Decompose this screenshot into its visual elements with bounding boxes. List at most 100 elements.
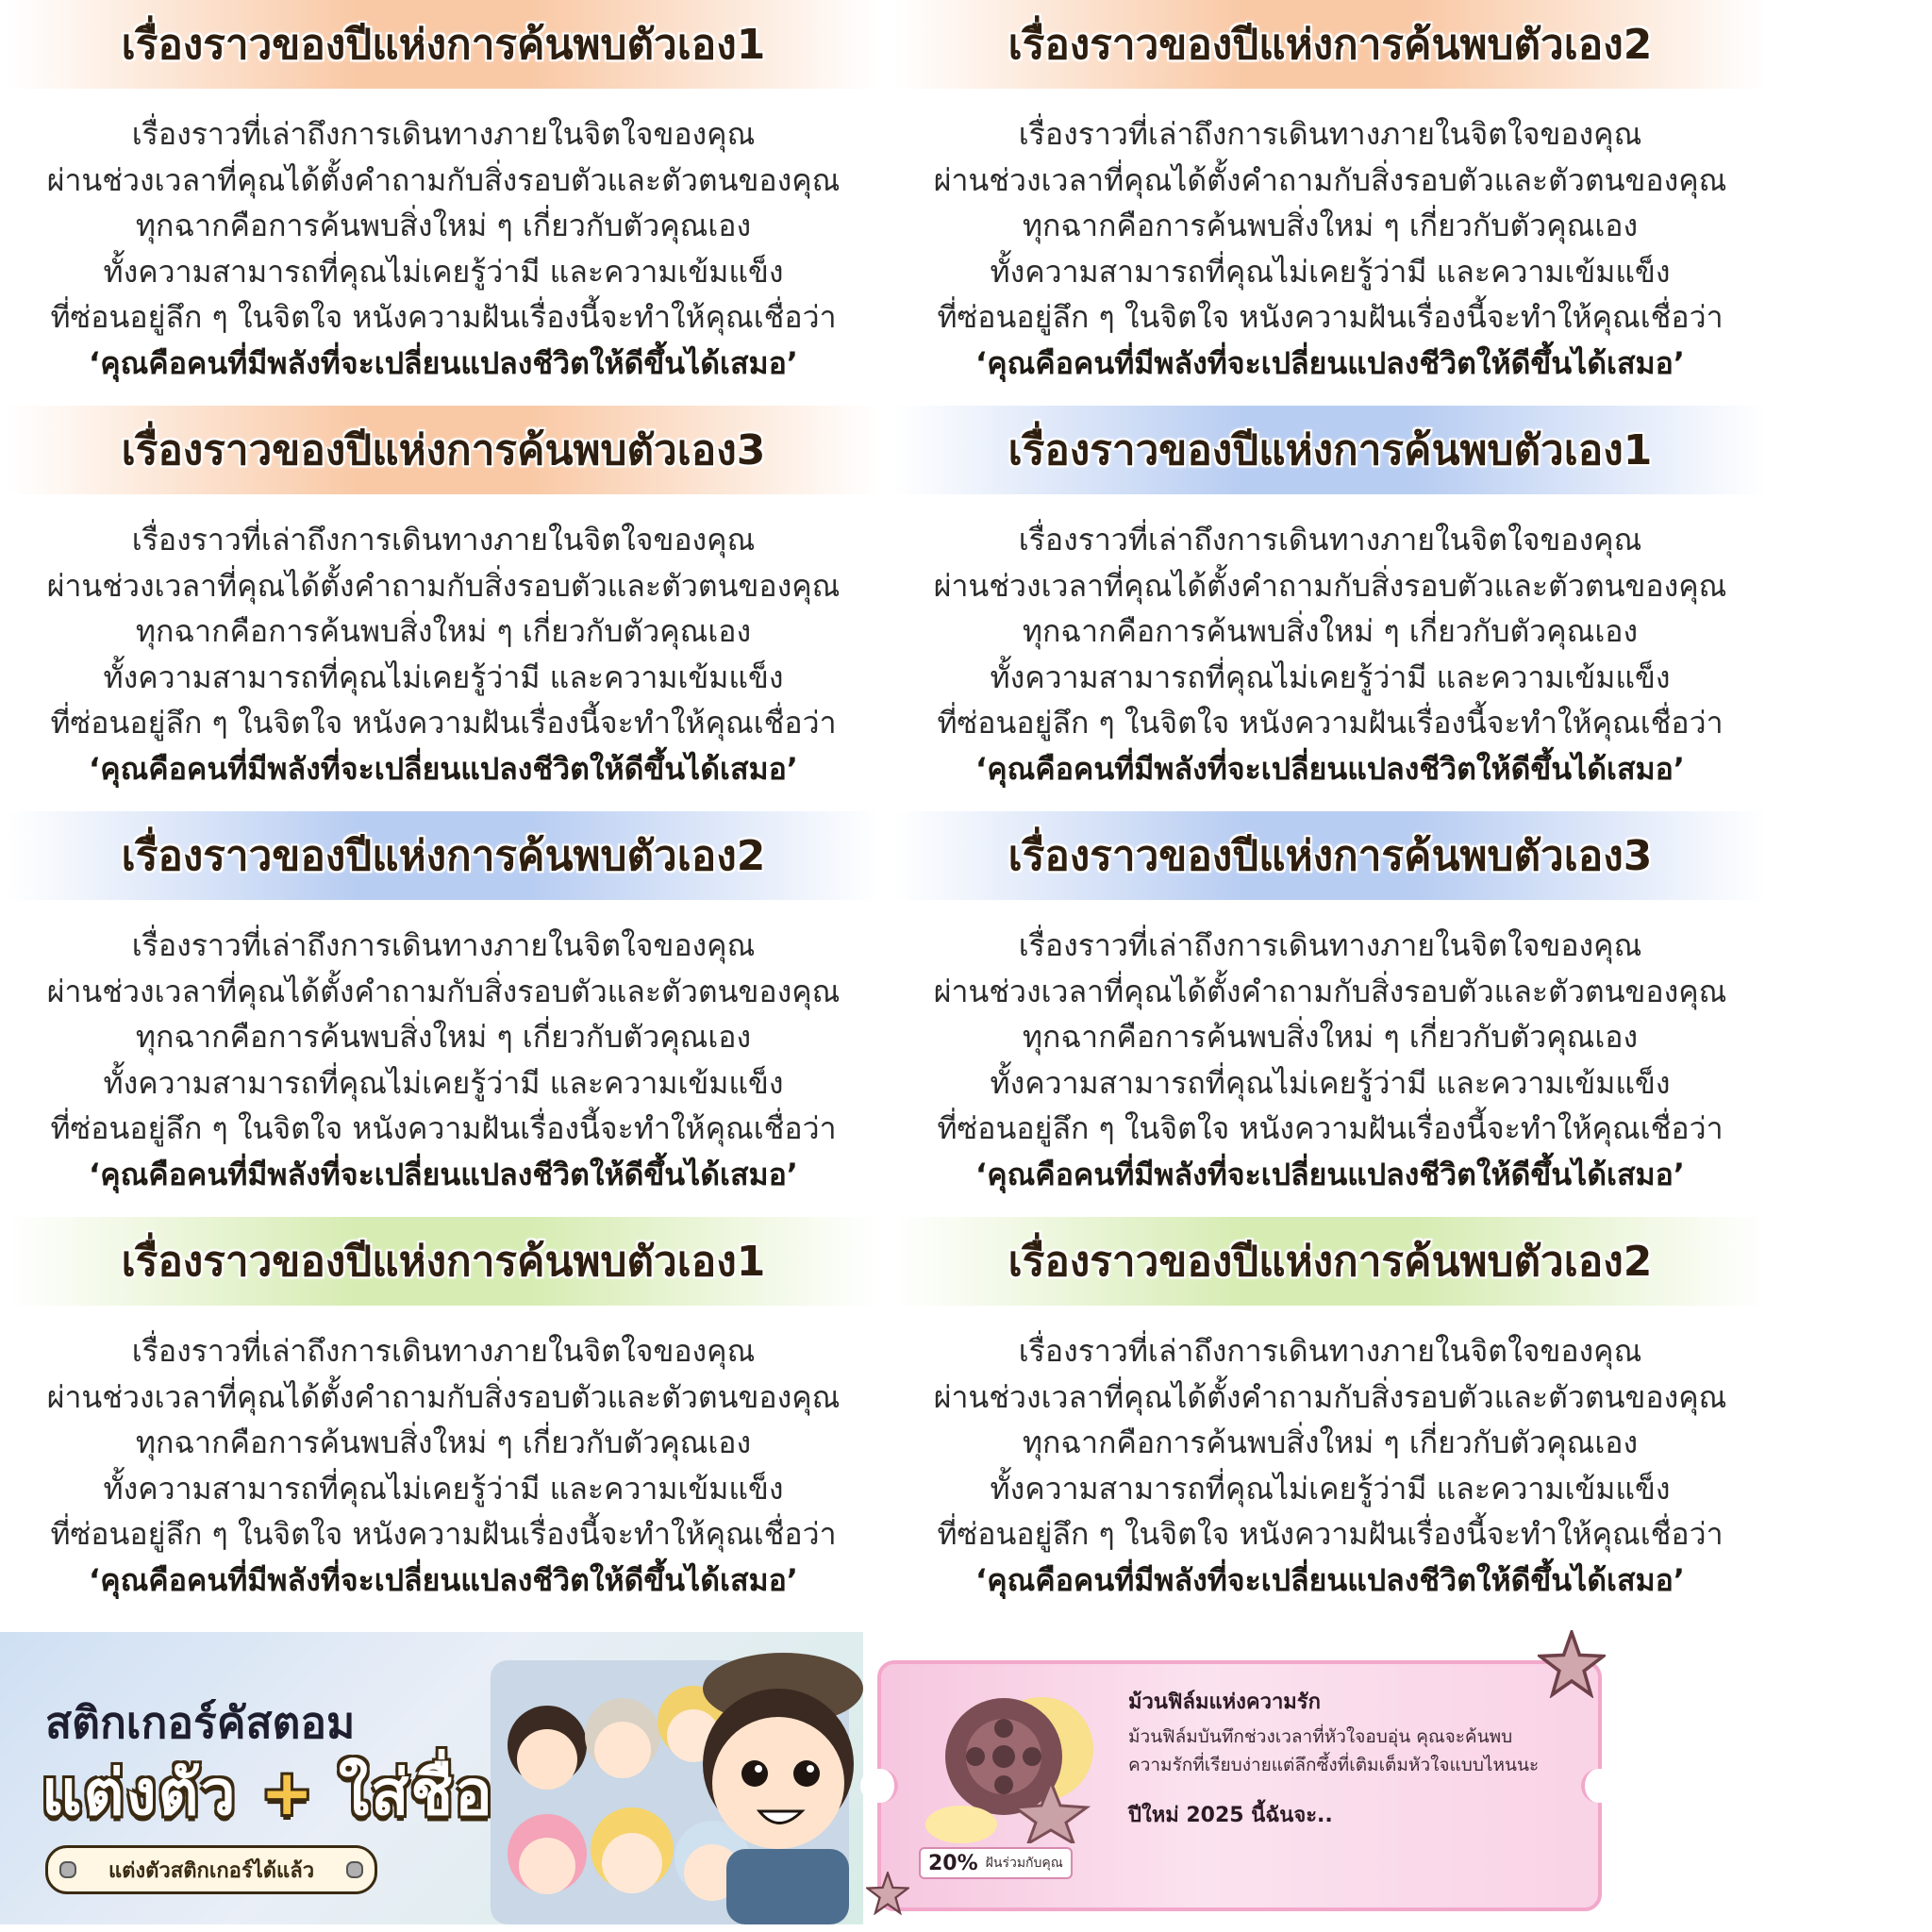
- description-quote: ‘คุณคือคนที่มีพลังที่จะเปลี่ยนแปลงชีวิตใ…: [975, 1561, 1685, 1598]
- story-card[interactable]: เรื่องราวของปีแห่งการค้นพบตัวเอง2 เรื่อง…: [887, 1217, 1774, 1623]
- sticker-characters-illustration: [491, 1653, 863, 1924]
- story-card[interactable]: เรื่องราวของปีแห่งการค้นพบตัวเอง3 เรื่อง…: [0, 406, 887, 811]
- description-line: ทุกฉากคือการค้นพบสิ่งใหม่ ๆ เกี่ยวกับตัว…: [1022, 1424, 1639, 1460]
- description-quote: ‘คุณคือคนที่มีพลังที่จะเปลี่ยนแปลงชีวิตใ…: [89, 1561, 798, 1598]
- bolt-icon: [346, 1861, 363, 1878]
- card-title: เรื่องราวของปีแห่งการค้นพบตัวเอง2: [121, 832, 766, 880]
- card-title-bar: เรื่องราวของปีแห่งการค้นพบตัวเอง2: [894, 0, 1766, 89]
- card-title: เรื่องราวของปีแห่งการค้นพบตัวเอง2: [1008, 1238, 1653, 1286]
- description-line: ที่ซ่อนอยู่ลึก ๆ ในจิตใจ หนังความฝันเรื่…: [50, 1516, 837, 1552]
- card-title: เรื่องราวของปีแห่งการค้นพบตัวเอง1: [1008, 426, 1653, 475]
- ticket-description: ม้วนฟิล์มบันทึกช่วงเวลาที่หัวใจอบอุ่น คุ…: [1128, 1723, 1581, 1779]
- card-description: เรื่องราวที่เล่าถึงการเดินทางภายในจิตใจข…: [0, 111, 887, 386]
- star-icon: [1538, 1630, 1606, 1698]
- headline-part1: แต่งตัว: [42, 1757, 238, 1829]
- description-line: ทั้งความสามารถที่คุณไม่เคยรู้ว่ามี และคว…: [103, 253, 784, 290]
- description-line: ที่ซ่อนอยู่ลึก ๆ ในจิตใจ หนังความฝันเรื่…: [50, 299, 837, 335]
- story-card[interactable]: เรื่องราวของปีแห่งการค้นพบตัวเอง2 เรื่อง…: [0, 811, 887, 1217]
- story-card[interactable]: เรื่องราวของปีแห่งการค้นพบตัวเอง3 เรื่อง…: [887, 811, 1774, 1217]
- description-line: ผ่านช่วงเวลาที่คุณได้ตั้งคำถามกับสิ่งรอบ…: [933, 567, 1727, 604]
- description-line: เรื่องราวที่เล่าถึงการเดินทางภายในจิตใจข…: [1018, 1333, 1642, 1369]
- banner-headline: แต่งตัว + ใส่ชื่อ: [42, 1743, 494, 1842]
- story-card[interactable]: เรื่องราวของปีแห่งการค้นพบตัวเอง2 เรื่อง…: [887, 0, 1774, 406]
- description-line: ที่ซ่อนอยู่ลึก ๆ ในจิตใจ หนังความฝันเรื่…: [50, 1110, 837, 1146]
- description-quote: ‘คุณคือคนที่มีพลังที่จะเปลี่ยนแปลงชีวิตใ…: [975, 1156, 1685, 1192]
- description-line: ทุกฉากคือการค้นพบสิ่งใหม่ ๆ เกี่ยวกับตัว…: [1022, 1019, 1639, 1055]
- ticket-notch: [860, 1769, 898, 1803]
- description-line: ผ่านช่วงเวลาที่คุณได้ตั้งคำถามกับสิ่งรอบ…: [933, 1378, 1727, 1415]
- description-line: ผ่านช่วงเวลาที่คุณได้ตั้งคำถามกับสิ่งรอบ…: [46, 973, 841, 1009]
- description-line: ทุกฉากคือการค้นพบสิ่งใหม่ ๆ เกี่ยวกับตัว…: [135, 613, 752, 649]
- description-line: เรื่องราวที่เล่าถึงการเดินทางภายในจิตใจข…: [131, 522, 756, 558]
- description-quote: ‘คุณคือคนที่มีพลังที่จะเปลี่ยนแปลงชีวิตใ…: [975, 344, 1685, 381]
- description-line: ทุกฉากคือการค้นพบสิ่งใหม่ ๆ เกี่ยวกับตัว…: [1022, 613, 1639, 649]
- description-line: ทั้งความสามารถที่คุณไม่เคยรู้ว่ามี และคว…: [990, 1470, 1671, 1507]
- description-line: เรื่องราวที่เล่าถึงการเดินทางภายในจิตใจข…: [131, 116, 756, 152]
- description-line: ทั้งความสามารถที่คุณไม่เคยรู้ว่ามี และคว…: [990, 253, 1671, 290]
- dress-sticker-button-label: แต่งตัวสติกเกอร์ได้แล้ว: [108, 1858, 315, 1883]
- card-title-bar: เรื่องราวของปีแห่งการค้นพบตัวเอง3: [8, 406, 879, 494]
- description-line: ทั้งความสามารถที่คุณไม่เคยรู้ว่ามี และคว…: [103, 1064, 784, 1101]
- card-title: เรื่องราวของปีแห่งการค้นพบตัวเอง1: [121, 21, 766, 69]
- description-line: ทุกฉากคือการค้นพบสิ่งใหม่ ๆ เกี่ยวกับตัว…: [1022, 208, 1639, 243]
- card-description: เรื่องราวที่เล่าถึงการเดินทางภายในจิตใจข…: [0, 517, 887, 791]
- badge-percent: 20%: [928, 1851, 978, 1875]
- card-title: เรื่องราวของปีแห่งการค้นพบตัวเอง3: [1008, 832, 1653, 880]
- badge-text: ฝันร่วมกับคุณ: [985, 1856, 1063, 1871]
- description-line: ผ่านช่วงเวลาที่คุณได้ตั้งคำถามกับสิ่งรอบ…: [46, 567, 841, 604]
- film-reel-icon: [925, 1697, 1093, 1843]
- description-line: ทุกฉากคือการค้นพบสิ่งใหม่ ๆ เกี่ยวกับตัว…: [135, 1019, 752, 1055]
- headline-part2: ใส่ชื่อ: [338, 1757, 494, 1829]
- story-card[interactable]: เรื่องราวของปีแห่งการค้นพบตัวเอง1 เรื่อง…: [0, 1217, 887, 1623]
- description-quote: ‘คุณคือคนที่มีพลังที่จะเปลี่ยนแปลงชีวิตใ…: [89, 750, 798, 787]
- card-title-bar: เรื่องราวของปีแห่งการค้นพบตัวเอง3: [894, 811, 1766, 900]
- description-line: ทุกฉากคือการค้นพบสิ่งใหม่ ๆ เกี่ยวกับตัว…: [135, 208, 752, 243]
- description-line: เรื่องราวที่เล่าถึงการเดินทางภายในจิตใจข…: [1018, 116, 1642, 152]
- card-description: เรื่องราวที่เล่าถึงการเดินทางภายในจิตใจข…: [887, 517, 1774, 791]
- card-description: เรื่องราวที่เล่าถึงการเดินทางภายในจิตใจข…: [887, 1328, 1774, 1603]
- card-title-bar: เรื่องราวของปีแห่งการค้นพบตัวเอง1: [8, 1217, 879, 1306]
- headline-plus: +: [260, 1757, 315, 1829]
- description-quote: ‘คุณคือคนที่มีพลังที่จะเปลี่ยนแปลงชีวิตใ…: [89, 1156, 798, 1192]
- description-line: เรื่องราวที่เล่าถึงการเดินทางภายในจิตใจข…: [1018, 927, 1642, 963]
- ticket-description-line: ความรักที่เรียบง่ายแต่ลึกซึ้งที่เติมเต็ม…: [1128, 1755, 1540, 1775]
- description-quote: ‘คุณคือคนที่มีพลังที่จะเปลี่ยนแปลงชีวิตใ…: [89, 344, 798, 381]
- description-line: ผ่านช่วงเวลาที่คุณได้ตั้งคำถามกับสิ่งรอบ…: [46, 161, 841, 198]
- description-line: ที่ซ่อนอยู่ลึก ๆ ในจิตใจ หนังความฝันเรื่…: [937, 705, 1724, 741]
- ticket-year-line: ปีใหม่ 2025 นี้ฉันจะ..: [1128, 1804, 1333, 1827]
- story-card[interactable]: เรื่องราวของปีแห่งการค้นพบตัวเอง1 เรื่อง…: [0, 0, 887, 406]
- card-title: เรื่องราวของปีแห่งการค้นพบตัวเอง1: [121, 1238, 766, 1286]
- card-title-bar: เรื่องราวของปีแห่งการค้นพบตัวเอง2: [8, 811, 879, 900]
- ticket-title: ม้วนฟิล์มแห่งความรัก: [1128, 1690, 1321, 1714]
- description-line: ที่ซ่อนอยู่ลึก ๆ ในจิตใจ หนังความฝันเรื่…: [50, 705, 837, 741]
- description-line: ทั้งความสามารถที่คุณไม่เคยรู้ว่ามี และคว…: [990, 658, 1671, 695]
- card-title-bar: เรื่องราวของปีแห่งการค้นพบตัวเอง1: [894, 406, 1766, 494]
- card-title: เรื่องราวของปีแห่งการค้นพบตัวเอง3: [121, 426, 766, 475]
- custom-sticker-banner[interactable]: สติกเกอร์คัสตอม แต่งตัว + ใส่ชื่อ แต่งตั…: [0, 1632, 863, 1924]
- description-line: เรื่องราวที่เล่าถึงการเดินทางภายในจิตใจข…: [1018, 522, 1642, 558]
- dress-sticker-button[interactable]: แต่งตัวสติกเกอร์ได้แล้ว: [45, 1845, 377, 1894]
- description-quote: ‘คุณคือคนที่มีพลังที่จะเปลี่ยนแปลงชีวิตใ…: [975, 750, 1685, 787]
- card-title: เรื่องราวของปีแห่งการค้นพบตัวเอง2: [1008, 21, 1653, 69]
- love-film-ticket-card[interactable]: ม้วนฟิล์มแห่งความรัก ม้วนฟิล์มบันทึกช่วง…: [860, 1660, 1619, 1911]
- description-line: เรื่องราวที่เล่าถึงการเดินทางภายในจิตใจข…: [131, 1333, 756, 1369]
- ticket-notch: [1581, 1769, 1619, 1803]
- card-description: เรื่องราวที่เล่าถึงการเดินทางภายในจิตใจข…: [887, 111, 1774, 386]
- bolt-icon: [59, 1861, 76, 1878]
- star-icon: [866, 1872, 909, 1915]
- card-description: เรื่องราวที่เล่าถึงการเดินทางภายในจิตใจข…: [0, 923, 887, 1197]
- share-percent-badge: 20% ฝันร่วมกับคุณ: [919, 1847, 1073, 1879]
- card-title-bar: เรื่องราวของปีแห่งการค้นพบตัวเอง1: [8, 0, 879, 89]
- card-description: เรื่องราวที่เล่าถึงการเดินทางภายในจิตใจข…: [887, 923, 1774, 1197]
- description-line: ทั้งความสามารถที่คุณไม่เคยรู้ว่ามี และคว…: [990, 1064, 1671, 1101]
- description-line: ที่ซ่อนอยู่ลึก ๆ ในจิตใจ หนังความฝันเรื่…: [937, 1516, 1724, 1552]
- description-line: ทุกฉากคือการค้นพบสิ่งใหม่ ๆ เกี่ยวกับตัว…: [135, 1424, 752, 1460]
- story-card[interactable]: เรื่องราวของปีแห่งการค้นพบตัวเอง1 เรื่อง…: [887, 406, 1774, 811]
- description-line: ที่ซ่อนอยู่ลึก ๆ ในจิตใจ หนังความฝันเรื่…: [937, 1110, 1724, 1146]
- description-line: ผ่านช่วงเวลาที่คุณได้ตั้งคำถามกับสิ่งรอบ…: [933, 161, 1727, 198]
- description-line: ที่ซ่อนอยู่ลึก ๆ ในจิตใจ หนังความฝันเรื่…: [937, 299, 1724, 335]
- card-description: เรื่องราวที่เล่าถึงการเดินทางภายในจิตใจข…: [0, 1328, 887, 1603]
- description-line: เรื่องราวที่เล่าถึงการเดินทางภายในจิตใจข…: [131, 927, 756, 963]
- card-title-bar: เรื่องราวของปีแห่งการค้นพบตัวเอง2: [894, 1217, 1766, 1306]
- description-line: ผ่านช่วงเวลาที่คุณได้ตั้งคำถามกับสิ่งรอบ…: [46, 1378, 841, 1415]
